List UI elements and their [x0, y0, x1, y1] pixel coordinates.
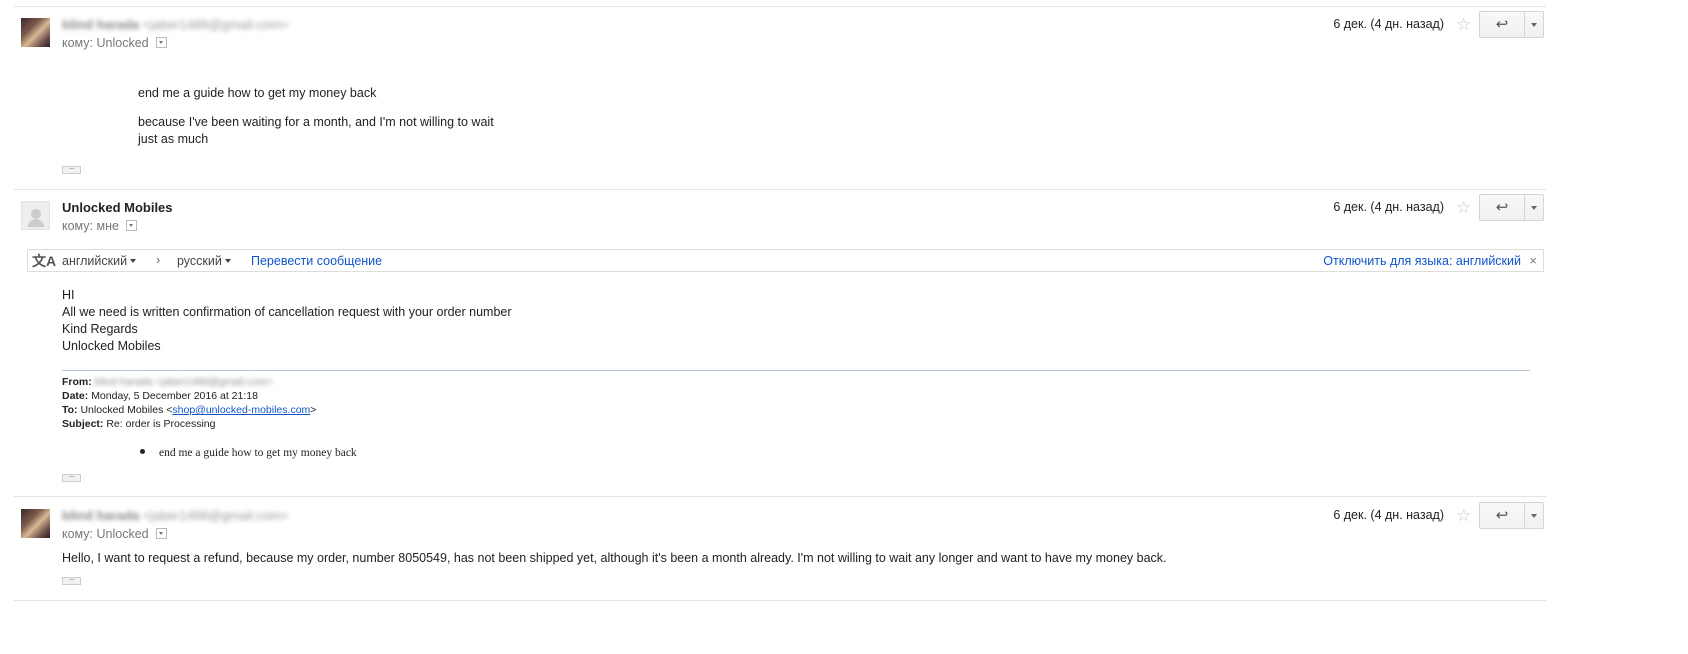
reply-button-group: ↩ — [1479, 11, 1544, 38]
fwd-to-email-link[interactable]: shop@unlocked-mobiles.com — [172, 404, 310, 416]
message-body-line: All we need is written confirmation of c… — [62, 305, 512, 319]
fwd-from-value: blind harada <jaber1488@gmail.com> — [94, 376, 273, 388]
sender-name: blind harada — [62, 17, 140, 32]
message-date[interactable]: 6 дек. (4 дн. назад) — [1333, 200, 1444, 214]
translation-bar: 文A английский › русский Перевести сообще… — [27, 249, 1544, 272]
thread-separator — [14, 189, 1546, 190]
source-language: английский — [62, 254, 128, 268]
thread-separator — [14, 600, 1546, 601]
reply-button-group: ↩ — [1479, 194, 1544, 221]
to-value: Unlocked — [96, 36, 149, 50]
to-value: мне — [96, 219, 119, 233]
recipients: кому: Unlocked — [62, 36, 168, 50]
sender-avatar[interactable] — [21, 201, 50, 230]
message-body-line: just as much — [138, 132, 209, 146]
reply-icon[interactable]: ↩ — [1480, 12, 1525, 37]
to-label: кому: — [62, 36, 94, 50]
source-language-select[interactable]: английский — [62, 254, 137, 268]
quote-divider — [62, 370, 1530, 371]
target-language-select[interactable]: русский — [177, 254, 231, 268]
sender-avatar[interactable] — [21, 18, 50, 47]
fwd-subject: Subject: Re: order is Processing — [62, 418, 216, 430]
quoted-bullet-item: end me a guide how to get my money back — [140, 447, 357, 459]
thread-separator — [14, 496, 1546, 497]
translate-message-link[interactable]: Перевести сообщение — [251, 254, 382, 268]
more-options-icon[interactable] — [1525, 12, 1544, 37]
message-body-line: end me a guide how to get my money back — [138, 86, 377, 100]
star-icon[interactable]: ☆ — [1456, 16, 1471, 33]
star-icon[interactable]: ☆ — [1456, 507, 1471, 524]
recipients: кому: Unlocked — [62, 527, 168, 541]
fwd-from: From: blind harada <jaber1488@gmail.com> — [62, 376, 273, 388]
message-body-line: HI — [62, 288, 75, 302]
to-value: Unlocked — [96, 527, 149, 541]
sender-email: <jaber1488@gmail.com> — [142, 508, 289, 523]
disable-translation-link[interactable]: Отключить для языка: английский — [1323, 254, 1521, 268]
sender-name: blind harada — [62, 508, 140, 523]
forwarded-header: From: blind harada <jaber1488@gmail.com>… — [62, 375, 316, 431]
sender-name[interactable]: Unlocked Mobiles — [62, 200, 173, 215]
sender[interactable]: blind harada <jaber1488@gmail.com> — [62, 508, 288, 523]
thread-separator — [14, 6, 1546, 7]
sender[interactable]: blind harada <jaber1488@gmail.com> — [62, 17, 288, 32]
fwd-to: To: Unlocked Mobiles <shop@unlocked-mobi… — [62, 404, 317, 416]
message-date[interactable]: 6 дек. (4 дн. назад) — [1333, 508, 1444, 522]
show-trimmed-content-button[interactable]: ··· — [62, 165, 81, 174]
to-label: кому: — [62, 527, 94, 541]
caret-down-icon — [130, 259, 137, 263]
show-trimmed-content-button[interactable]: ··· — [62, 576, 81, 585]
message-body-line: Unlocked Mobiles — [62, 339, 161, 353]
message-body-line: because I've been waiting for a month, a… — [138, 115, 494, 129]
message-body-line: Kind Regards — [62, 322, 138, 336]
reply-icon[interactable]: ↩ — [1480, 503, 1525, 528]
message-body-line: Hello, I want to request a refund, becau… — [62, 551, 1167, 565]
show-details-dropdown-icon[interactable] — [126, 220, 138, 231]
sender-avatar[interactable] — [21, 509, 50, 538]
target-language: русский — [177, 254, 222, 268]
reply-button-group: ↩ — [1479, 502, 1544, 529]
show-details-dropdown-icon[interactable] — [156, 37, 168, 48]
star-icon[interactable]: ☆ — [1456, 199, 1471, 216]
translate-icon: 文A — [32, 253, 57, 269]
caret-down-icon — [224, 259, 231, 263]
recipients: кому: мне — [62, 219, 138, 233]
to-label: кому: — [62, 219, 94, 233]
message-date[interactable]: 6 дек. (4 дн. назад) — [1333, 17, 1444, 31]
close-icon[interactable]: × — [1529, 253, 1537, 268]
fwd-date-value: Monday, 5 December 2016 at 21:18 — [91, 390, 258, 402]
fwd-subject-value: Re: order is Processing — [106, 418, 216, 430]
more-options-icon[interactable] — [1525, 503, 1544, 528]
reply-icon[interactable]: ↩ — [1480, 195, 1525, 220]
arrow-right-icon: › — [156, 253, 161, 267]
show-details-dropdown-icon[interactable] — [156, 528, 168, 539]
bullet-icon — [140, 449, 145, 454]
sender-email: <jaber1488@gmail.com> — [142, 17, 289, 32]
fwd-date: Date: Monday, 5 December 2016 at 21:18 — [62, 390, 258, 402]
show-trimmed-content-button[interactable]: ··· — [62, 473, 81, 482]
more-options-icon[interactable] — [1525, 195, 1544, 220]
